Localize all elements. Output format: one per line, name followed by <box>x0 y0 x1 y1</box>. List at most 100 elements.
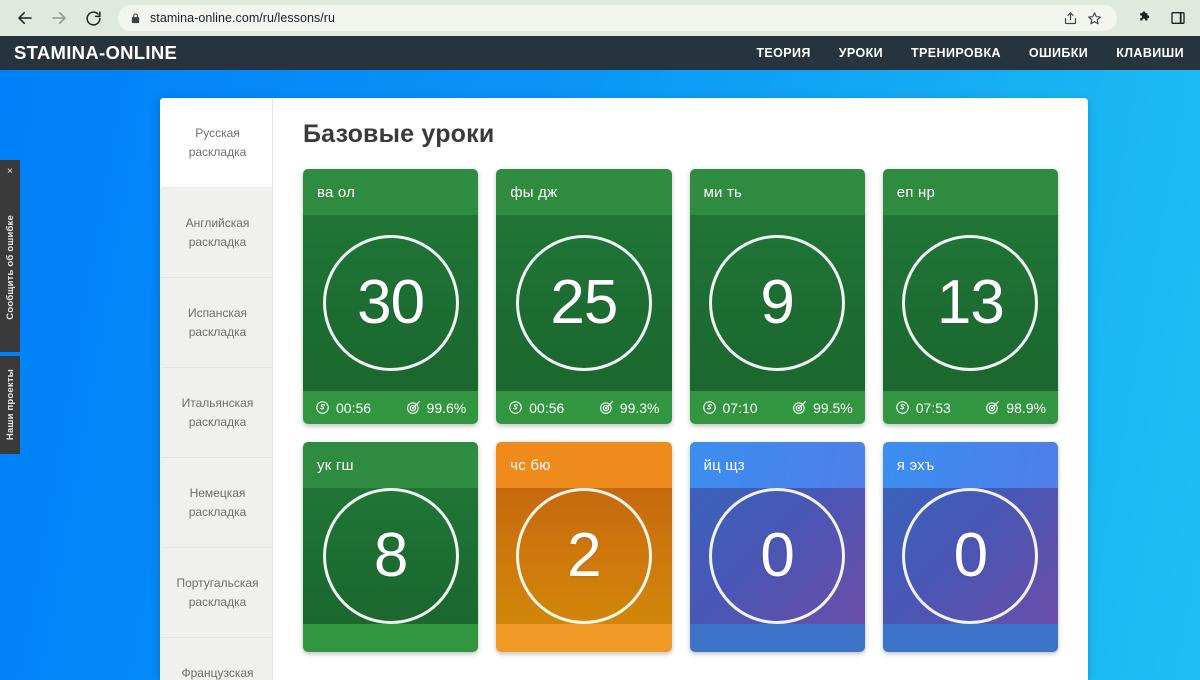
lesson-card-keys: я эхъ <box>882 442 1058 488</box>
sidebar-item-label: Немецкая раскладка <box>188 485 247 519</box>
nav-item-theory[interactable]: ТЕОРИЯ <box>756 46 810 60</box>
lesson-card-speed-stat: 00:56 <box>315 400 371 416</box>
lesson-card-stats <box>882 624 1058 652</box>
nav-item-training[interactable]: ТРЕНИРОВКА <box>911 46 1001 60</box>
lesson-card-accuracy: 99.3% <box>619 399 660 416</box>
lesson-card-count: 0 <box>709 488 846 624</box>
lesson-card-body: 9 <box>689 215 865 391</box>
main-content: Базовые уроки ва ол 30 00:56 99.6% фы дж… <box>273 98 1088 680</box>
lesson-card-keys: фы дж <box>496 169 672 215</box>
sidebar-item-label: Итальянская раскладка <box>181 395 254 429</box>
site-header: STAMINA-ONLINE ТЕОРИЯ УРОКИ ТРЕНИРОВКА О… <box>0 36 1200 70</box>
close-icon: × <box>6 165 14 177</box>
lesson-card-count: 0 <box>902 488 1039 624</box>
share-icon[interactable] <box>1059 7 1081 29</box>
edge-tab-our-projects[interactable]: Наши проекты <box>0 356 20 454</box>
lesson-card-speed-stat: 00:56 <box>508 400 564 416</box>
sidebar-item-label: Испанская раскладка <box>187 305 248 339</box>
lesson-card-stats <box>689 624 865 652</box>
lesson-card-keys: ва ол <box>303 169 479 215</box>
back-arrow-icon <box>16 9 34 27</box>
target-icon <box>792 400 807 415</box>
sidebar-item-label: Французская раскладка <box>181 665 254 680</box>
content-card: Русская раскладка Английская раскладка И… <box>160 98 1088 680</box>
lesson-card[interactable]: я эхъ 0 <box>882 442 1058 652</box>
lesson-card-keys: ми ть <box>689 169 865 215</box>
sidebar-item-spanish[interactable]: Испанская раскладка <box>160 278 272 368</box>
lesson-card-body: 13 <box>882 215 1058 391</box>
address-bar-url: stamina-online.com/ru/lessons/ru <box>150 11 336 25</box>
lesson-card[interactable]: фы дж 25 00:56 99.3% <box>496 169 672 424</box>
lesson-card-count: 13 <box>902 235 1039 371</box>
browser-toolbar: stamina-online.com/ru/lessons/ru <box>0 0 1200 36</box>
lesson-card-body: 25 <box>496 215 672 391</box>
page-title: Базовые уроки <box>303 120 495 148</box>
lesson-card[interactable]: ва ол 30 00:56 99.6% <box>303 169 479 424</box>
lesson-card-accuracy-stat: 99.3% <box>599 400 660 416</box>
puzzle-icon[interactable] <box>1133 6 1157 30</box>
sidebar-item-french[interactable]: Французская раскладка <box>160 638 272 680</box>
speedometer-icon <box>895 400 910 415</box>
lesson-card[interactable]: йц щз 0 <box>689 442 865 652</box>
sidebar-item-russian[interactable]: Русская раскладка <box>160 98 272 188</box>
lesson-card-accuracy-stat: 98.9% <box>985 400 1046 416</box>
lesson-card-keys: еп нр <box>882 169 1058 215</box>
lesson-card-stats <box>496 624 672 652</box>
lesson-card[interactable]: чс бю 2 <box>496 442 672 652</box>
forward-arrow-icon <box>50 9 68 27</box>
lesson-card-keys: ук гш <box>303 442 479 488</box>
chrome-right-actions <box>1127 6 1190 30</box>
lesson-card-count: 30 <box>322 235 459 371</box>
target-icon <box>599 400 614 415</box>
lesson-card-body: 8 <box>303 488 479 624</box>
lesson-card-count: 25 <box>515 235 652 371</box>
sidebar-item-portuguese[interactable]: Португальская раскладка <box>160 548 272 638</box>
edge-tab-report-error[interactable]: Сообщить об ошибке <box>0 182 20 352</box>
lesson-card-accuracy: 99.5% <box>813 399 853 416</box>
speedometer-icon <box>508 400 523 415</box>
star-icon[interactable] <box>1083 7 1105 29</box>
lesson-card-body: 2 <box>496 488 672 624</box>
browser-nav-buttons <box>10 3 108 33</box>
reload-button[interactable] <box>78 3 108 33</box>
reload-icon <box>85 10 102 27</box>
site-logo[interactable]: STAMINA-ONLINE <box>14 42 177 64</box>
speedometer-icon <box>315 400 330 415</box>
sidebar-item-italian[interactable]: Итальянская раскладка <box>160 368 272 458</box>
sidepanel-icon[interactable] <box>1166 6 1190 30</box>
lesson-card-accuracy: 99.6% <box>426 399 467 416</box>
edge-tab-close-button[interactable]: × <box>0 160 20 182</box>
lesson-card[interactable]: ми ть 9 07:10 99.5% <box>689 169 865 424</box>
lesson-card-stats: 07:53 98.9% <box>882 391 1058 424</box>
edge-tab-report-error-label: Сообщить об ошибке <box>4 214 16 320</box>
layout-sidebar: Русская раскладка Английская раскладка И… <box>160 98 273 680</box>
back-button[interactable] <box>10 3 40 33</box>
target-icon <box>406 400 421 415</box>
lesson-card-stats: 00:56 99.3% <box>496 391 672 424</box>
lesson-grid-row-1: ва ол 30 00:56 99.6% фы дж 25 00:56 99.3… <box>303 169 1058 424</box>
sidebar-item-label: Английская раскладка <box>185 215 250 249</box>
lesson-card-speed-stat: 07:10 <box>702 400 758 416</box>
speedometer-icon <box>702 400 717 415</box>
lesson-card-time: 07:53 <box>915 399 951 416</box>
sidebar-item-label: Португальская раскладка <box>176 575 259 609</box>
lesson-card-stats <box>303 624 479 652</box>
lock-icon <box>130 12 141 25</box>
sidebar-item-english[interactable]: Английская раскладка <box>160 188 272 278</box>
lesson-card-body: 0 <box>882 488 1058 624</box>
lesson-card-accuracy-stat: 99.5% <box>792 400 853 416</box>
lesson-card[interactable]: ук гш 8 <box>303 442 479 652</box>
lesson-card-time: 00:56 <box>529 399 565 416</box>
sidebar-item-german[interactable]: Немецкая раскладка <box>160 458 272 548</box>
nav-item-errors[interactable]: ОШИБКИ <box>1029 46 1088 60</box>
forward-button[interactable] <box>44 3 74 33</box>
lesson-card-speed-stat: 07:53 <box>895 400 951 416</box>
main-navigation: ТЕОРИЯ УРОКИ ТРЕНИРОВКА ОШИБКИ КЛАВИШИ <box>756 46 1186 60</box>
nav-item-lessons[interactable]: УРОКИ <box>839 46 883 60</box>
address-bar[interactable]: stamina-online.com/ru/lessons/ru <box>118 5 1117 31</box>
edge-tab-our-projects-label: Наши проекты <box>4 369 16 441</box>
nav-item-keys[interactable]: КЛАВИШИ <box>1116 46 1184 60</box>
omnibox-actions <box>1059 7 1105 29</box>
lesson-card[interactable]: еп нр 13 07:53 98.9% <box>882 169 1058 424</box>
lesson-card-keys: йц щз <box>689 442 865 488</box>
